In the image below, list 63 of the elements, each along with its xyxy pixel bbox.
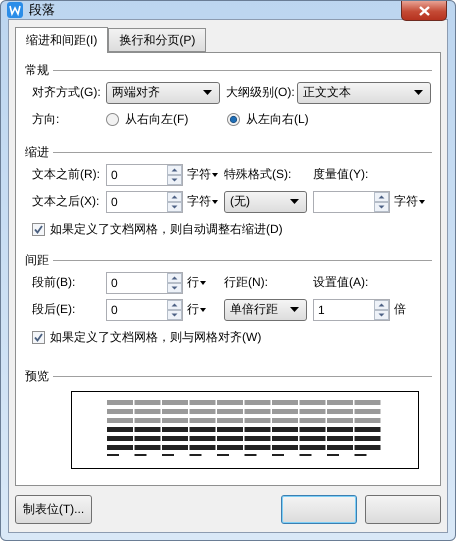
unit-dropdown[interactable]: 行: [183, 274, 224, 291]
app-logo-icon: [7, 2, 23, 18]
caret-icon: [203, 90, 212, 95]
caret-icon: [200, 308, 206, 312]
unit-dropdown[interactable]: 字符: [183, 193, 224, 210]
checkbox-label: 如果定义了文档网格，则自动调整右缩进(D): [50, 220, 283, 238]
caret-icon: [212, 172, 218, 176]
section-title: 缩进: [25, 144, 49, 160]
spinner-arrows-icon[interactable]: [374, 300, 389, 320]
tab[interactable]: 缩进和间距(I): [15, 27, 108, 53]
caret-icon: [290, 307, 299, 312]
number-field[interactable]: 0: [106, 298, 183, 320]
field-label: 设置值(A):: [313, 274, 370, 291]
radio-button[interactable]: [106, 113, 119, 126]
field-label: 段前(B):: [32, 274, 76, 291]
unit-dropdown[interactable]: 行: [183, 301, 224, 318]
caret-icon: [200, 280, 206, 284]
field-label: 度量值(Y):: [313, 166, 370, 183]
line-spacing-dropdown[interactable]: 单倍行距: [224, 298, 307, 320]
alignment-dropdown[interactable]: 两端对齐: [106, 82, 220, 104]
radio-label: 从右向左(F): [125, 111, 188, 128]
close-button[interactable]: [401, 1, 447, 21]
section-title: 常规: [25, 62, 49, 78]
caret-icon: [212, 200, 218, 204]
spinner-arrows-icon[interactable]: [167, 272, 182, 292]
checkbox[interactable]: [32, 222, 45, 236]
number-field[interactable]: 0: [106, 272, 183, 294]
checkbox[interactable]: [32, 330, 45, 344]
spinner-arrows-icon[interactable]: [167, 192, 182, 212]
number-field[interactable]: 0: [106, 164, 183, 186]
window-title: 段落: [29, 1, 55, 19]
section-title: 预览: [25, 368, 49, 384]
spinner-arrows-icon[interactable]: [167, 164, 182, 184]
field-label: 大纲级别(O):: [226, 84, 296, 101]
dialog-button[interactable]: [281, 494, 357, 524]
section-title: 间距: [25, 252, 49, 268]
field-label: 文本之后(X):: [32, 193, 100, 210]
field-label: 特殊格式(S):: [224, 166, 292, 183]
field-label: 文本之前(R):: [32, 166, 101, 183]
caret-icon: [290, 199, 299, 204]
special-format-dropdown[interactable]: (无): [224, 190, 307, 212]
dialog-button[interactable]: [365, 494, 441, 524]
unit-label: 倍: [393, 301, 407, 318]
spinner-arrows-icon[interactable]: [374, 192, 389, 212]
field-label: 对齐方式(G):: [32, 84, 102, 101]
unit-dropdown[interactable]: 字符: [183, 166, 224, 183]
close-icon: [418, 6, 430, 16]
radio-label: 从左向右(L): [246, 111, 309, 128]
outline-level-dropdown[interactable]: 正文文本: [297, 82, 431, 104]
caret-icon: [419, 200, 425, 204]
radio-button[interactable]: [227, 113, 240, 126]
number-field[interactable]: [313, 190, 390, 212]
field-label: 段后(E):: [32, 301, 76, 318]
spinner-arrows-icon[interactable]: [167, 300, 182, 320]
field-label: 行距(N):: [224, 274, 269, 291]
tab[interactable]: 换行和分页(P): [108, 28, 206, 52]
checkbox-label: 如果定义了文档网格，则与网格对齐(W): [50, 328, 262, 346]
tab-stops-button[interactable]: 制表位(T)...: [15, 494, 92, 524]
caret-icon: [414, 90, 423, 95]
field-label: 方向:: [32, 111, 60, 128]
unit-dropdown[interactable]: 字符: [390, 193, 430, 210]
number-field[interactable]: 0: [106, 190, 183, 212]
number-field[interactable]: 1: [313, 298, 390, 320]
